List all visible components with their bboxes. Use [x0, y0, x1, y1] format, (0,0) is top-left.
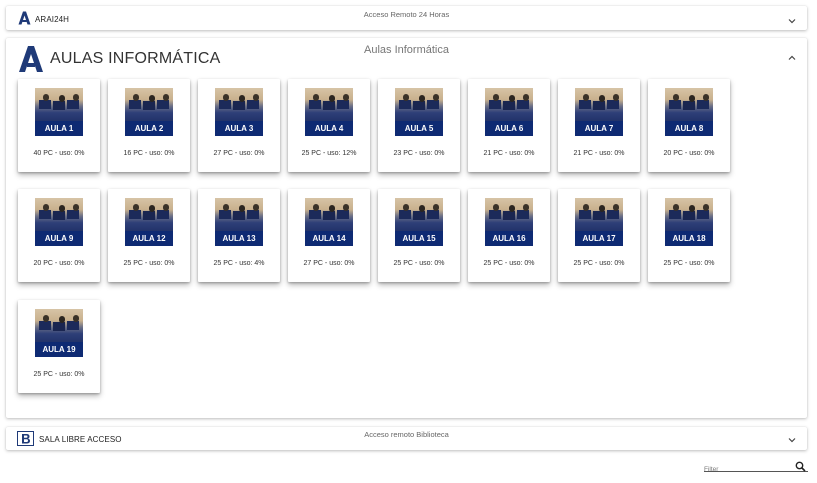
- aula-thumbnail: AULA 15: [395, 198, 443, 246]
- panel-aulas-informatica: AULAS INFORMÁTICA Aulas Informática AULA…: [6, 38, 807, 418]
- aula-thumbnail: AULA 16: [485, 198, 533, 246]
- filter-input[interactable]: [704, 463, 792, 476]
- classroom-photo: [575, 198, 623, 231]
- aula-thumbnail: AULA 3: [215, 88, 263, 136]
- classroom-photo: [395, 88, 443, 121]
- aula-usage-caption: 23 PC - uso: 0%: [393, 150, 445, 157]
- chevron-down-icon[interactable]: [787, 16, 797, 26]
- aula-label: AULA 1: [35, 121, 83, 136]
- aula-label: AULA 8: [665, 121, 713, 136]
- classroom-photo: [485, 88, 533, 121]
- aula-thumbnail: AULA 7: [575, 88, 623, 136]
- classroom-photo: [215, 88, 263, 121]
- aula-label: AULA 4: [305, 121, 353, 136]
- panel-header[interactable]: SALA LIBRE ACCESO Acceso remoto Bibliote…: [6, 427, 807, 450]
- aula-card[interactable]: AULA 1 40 PC - uso: 0%: [18, 79, 100, 172]
- panel-subtitle: Acceso remoto Biblioteca: [364, 430, 449, 439]
- aula-usage-caption: 25 PC - uso: 0%: [483, 260, 535, 267]
- aula-thumbnail: AULA 14: [305, 198, 353, 246]
- classroom-photo: [665, 88, 713, 121]
- aula-card[interactable]: AULA 15 25 PC - uso: 0%: [378, 189, 460, 282]
- aula-thumbnail: AULA 17: [575, 198, 623, 246]
- panel-arai24h[interactable]: ARAI24H Acceso Remoto 24 Horas: [6, 6, 807, 30]
- aula-card[interactable]: AULA 6 21 PC - uso: 0%: [468, 79, 550, 172]
- panel-sala-libre-acceso[interactable]: SALA LIBRE ACCESO Acceso remoto Bibliote…: [6, 427, 807, 450]
- filter-field: [704, 458, 808, 476]
- aula-card[interactable]: AULA 2 16 PC - uso: 0%: [108, 79, 190, 172]
- aula-label: AULA 15: [395, 231, 443, 246]
- classroom-photo: [305, 88, 353, 121]
- aula-usage-caption: 25 PC - uso: 0%: [393, 260, 445, 267]
- aula-card[interactable]: AULA 12 25 PC - uso: 0%: [108, 189, 190, 282]
- aula-label: AULA 12: [125, 231, 173, 246]
- aula-usage-caption: 21 PC - uso: 0%: [573, 150, 625, 157]
- aula-usage-caption: 25 PC - uso: 0%: [663, 260, 715, 267]
- classroom-photo: [125, 88, 173, 121]
- aula-card[interactable]: AULA 13 25 PC - uso: 4%: [198, 189, 280, 282]
- aula-card[interactable]: AULA 18 25 PC - uso: 0%: [648, 189, 730, 282]
- panel-header[interactable]: ARAI24H Acceso Remoto 24 Horas: [6, 6, 807, 30]
- aula-thumbnail: AULA 9: [35, 198, 83, 246]
- aula-thumbnail: AULA 8: [665, 88, 713, 136]
- aula-label: AULA 19: [35, 342, 83, 357]
- aula-card[interactable]: AULA 4 25 PC - uso: 12%: [288, 79, 370, 172]
- aula-usage-caption: 40 PC - uso: 0%: [33, 150, 85, 157]
- aula-thumbnail: AULA 19: [35, 309, 83, 357]
- aula-card[interactable]: AULA 7 21 PC - uso: 0%: [558, 79, 640, 172]
- aula-label: AULA 3: [215, 121, 263, 136]
- aula-label: AULA 16: [485, 231, 533, 246]
- aula-card[interactable]: AULA 14 27 PC - uso: 0%: [288, 189, 370, 282]
- aula-usage-caption: 20 PC - uso: 0%: [33, 260, 85, 267]
- panel-subtitle: Acceso Remoto 24 Horas: [363, 10, 450, 19]
- aula-label: AULA 2: [125, 121, 173, 136]
- search-icon[interactable]: [795, 459, 806, 472]
- classroom-photo: [125, 198, 173, 231]
- classroom-photo: [305, 198, 353, 231]
- aula-card[interactable]: AULA 17 25 PC - uso: 0%: [558, 189, 640, 282]
- aula-label: AULA 17: [575, 231, 623, 246]
- classroom-photo: [35, 309, 83, 342]
- aula-label: AULA 7: [575, 121, 623, 136]
- aula-thumbnail: AULA 12: [125, 198, 173, 246]
- classroom-photo: [395, 198, 443, 231]
- aula-card[interactable]: AULA 8 20 PC - uso: 0%: [648, 79, 730, 172]
- aula-card[interactable]: AULA 9 20 PC - uso: 0%: [18, 189, 100, 282]
- classroom-photo: [665, 198, 713, 231]
- aula-thumbnail: AULA 6: [485, 88, 533, 136]
- aula-card[interactable]: AULA 19 25 PC - uso: 0%: [18, 300, 100, 393]
- aula-label: AULA 5: [395, 121, 443, 136]
- aula-usage-caption: 20 PC - uso: 0%: [663, 150, 715, 157]
- aula-thumbnail: AULA 2: [125, 88, 173, 136]
- classroom-photo: [215, 198, 263, 231]
- aula-thumbnail: AULA 13: [215, 198, 263, 246]
- classroom-photo: [575, 88, 623, 121]
- aula-thumbnail: AULA 18: [665, 198, 713, 246]
- aula-usage-caption: 27 PC - uso: 0%: [303, 260, 355, 267]
- aula-label: AULA 14: [305, 231, 353, 246]
- aula-usage-caption: 25 PC - uso: 0%: [123, 260, 175, 267]
- classroom-photo: [35, 88, 83, 121]
- aula-usage-caption: 25 PC - uso: 4%: [213, 260, 265, 267]
- aula-card[interactable]: AULA 3 27 PC - uso: 0%: [198, 79, 280, 172]
- aula-thumbnail: AULA 4: [305, 88, 353, 136]
- aula-label: AULA 13: [215, 231, 263, 246]
- chevron-down-icon[interactable]: [787, 435, 797, 445]
- aula-usage-caption: 25 PC - uso: 12%: [301, 150, 357, 157]
- aula-thumbnail: AULA 5: [395, 88, 443, 136]
- aula-label: AULA 9: [35, 231, 83, 246]
- aula-thumbnail: AULA 1: [35, 88, 83, 136]
- aula-usage-caption: 27 PC - uso: 0%: [213, 150, 265, 157]
- classroom-photo: [485, 198, 533, 231]
- aula-usage-caption: 25 PC - uso: 0%: [573, 260, 625, 267]
- aula-label: AULA 6: [485, 121, 533, 136]
- classroom-photo: [35, 198, 83, 231]
- chevron-up-icon[interactable]: [787, 53, 797, 63]
- aula-label: AULA 18: [665, 231, 713, 246]
- aula-usage-caption: 16 PC - uso: 0%: [123, 150, 175, 157]
- aula-usage-caption: 21 PC - uso: 0%: [483, 150, 535, 157]
- aula-usage-caption: 25 PC - uso: 0%: [33, 371, 85, 378]
- aula-card[interactable]: AULA 16 25 PC - uso: 0%: [468, 189, 550, 282]
- panel-subtitle: Aulas Informática: [364, 44, 449, 56]
- aula-card[interactable]: AULA 5 23 PC - uso: 0%: [378, 79, 460, 172]
